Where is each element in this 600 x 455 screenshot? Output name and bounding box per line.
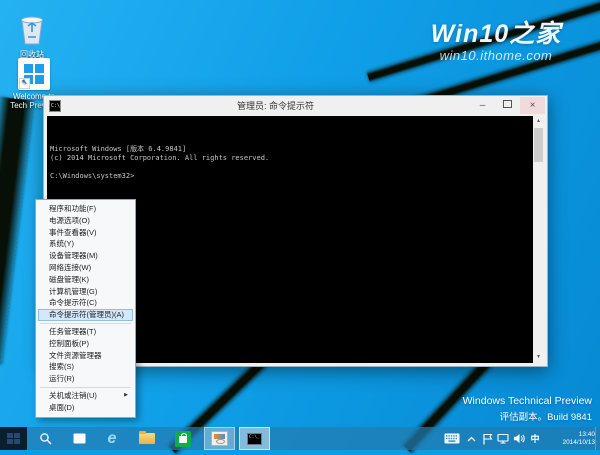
hidden-icons-button[interactable] — [464, 427, 478, 450]
site-watermark-subtitle: win10.ithome.com — [439, 48, 553, 63]
menu-item-label: 命令提示符(C) — [49, 298, 97, 308]
console-line: Microsoft Windows [版本 6.4.9841] — [50, 145, 187, 153]
folder-icon — [139, 431, 155, 444]
menu-item[interactable]: 系统(Y) ▶ — [38, 238, 133, 250]
speaker-icon — [514, 434, 525, 443]
keyboard-icon — [444, 433, 460, 444]
software-app-button[interactable] — [204, 427, 235, 450]
menu-item-label: 关机或注销(U) — [49, 390, 97, 400]
menu-item-label: 桌面(D) — [49, 402, 75, 412]
windows-logo-tile-icon: ↖ — [18, 58, 50, 90]
store-icon — [175, 430, 191, 447]
menu-item-label: 事件查看器(V) — [49, 227, 97, 237]
flag-icon — [482, 433, 492, 444]
cmd-title-bar[interactable]: C:\ 管理员: 命令提示符 – × — [44, 96, 547, 116]
show-desktop-button[interactable] — [595, 427, 600, 450]
task-view-button[interactable] — [67, 427, 91, 450]
console-line: (c) 2014 Microsoft Corporation. All righ… — [50, 154, 270, 162]
menu-item[interactable]: 计算机管理(G) ▶ — [38, 286, 133, 298]
menu-item[interactable]: 电源选项(O) ▶ — [38, 215, 133, 227]
network-button[interactable] — [496, 427, 510, 450]
taskbar-clock[interactable]: 13:40 2014/10/13 — [545, 427, 595, 450]
maximize-button[interactable] — [495, 97, 520, 114]
build-watermark-line2: 评估副本。Build 9841 — [499, 412, 592, 423]
search-icon — [40, 432, 52, 444]
clock-time: 13:40 — [578, 430, 595, 438]
menu-item[interactable]: 任务管理器(T) ▶ — [38, 326, 133, 338]
menu-item[interactable]: 关机或注销(U) ▶ — [38, 390, 133, 402]
scrollbar-thumb[interactable] — [534, 128, 543, 162]
volume-button[interactable] — [512, 427, 526, 450]
network-icon — [497, 433, 509, 444]
command-prompt-taskbar-button[interactable]: C:\_ — [239, 427, 270, 450]
ime-indicator[interactable]: 中 — [528, 427, 542, 450]
menu-item-label: 控制面板(P) — [49, 338, 89, 348]
touch-keyboard-button[interactable] — [442, 427, 462, 450]
menu-item-label: 系统(Y) — [49, 239, 74, 249]
winx-context-menu: 程序和功能(F) ▶ 电源选项(O) ▶ 事件查看器(V) ▶ 系统(Y) ▶ … — [35, 199, 136, 418]
menu-item-label: 任务管理器(T) — [49, 326, 97, 336]
clock-date: 2014/10/13 — [562, 438, 595, 446]
command-prompt-icon: C:\_ — [247, 432, 262, 445]
vertical-scrollbar[interactable]: ▴ ▾ — [533, 116, 544, 363]
recycle-bin-desktop-icon[interactable]: 回收站 — [6, 12, 58, 59]
menu-item-label: 搜索(S) — [49, 362, 74, 372]
menu-item[interactable]: 程序和功能(F) ▶ — [38, 203, 133, 215]
taskbar-search-button[interactable] — [34, 427, 58, 450]
menu-item[interactable]: 搜索(S) ▶ — [38, 361, 133, 373]
windows-start-icon — [7, 433, 20, 444]
console-line: C:\Windows\system32> — [50, 172, 135, 180]
software-box-icon — [211, 431, 228, 446]
menu-item-label: 电源选项(O) — [49, 215, 90, 225]
scroll-up-button[interactable]: ▴ — [533, 116, 544, 127]
action-center-button[interactable] — [480, 427, 494, 450]
build-watermark: Windows Technical Preview 评估副本。Build 984… — [463, 395, 592, 423]
taskbar: e C:\_ 中 13:40 2014/10/13 — [0, 427, 600, 450]
menu-item[interactable]: 控制面板(P) ▶ — [38, 338, 133, 350]
internet-explorer-button[interactable]: e — [100, 427, 124, 450]
menu-item[interactable]: 运行(R) ▶ — [38, 373, 133, 385]
chevron-up-icon — [467, 436, 475, 441]
close-button[interactable]: × — [520, 97, 545, 114]
menu-item-label: 文件资源管理器 — [49, 350, 102, 360]
scroll-down-button[interactable]: ▾ — [533, 352, 544, 363]
menu-item[interactable]: 网络连接(W) ▶ — [38, 262, 133, 274]
menu-item-label: 磁盘管理(K) — [49, 274, 89, 284]
internet-explorer-icon: e — [107, 430, 117, 447]
minimize-button[interactable]: – — [470, 97, 495, 114]
recycle-bin-icon — [6, 12, 58, 48]
cmd-window-icon[interactable]: C:\ — [49, 100, 61, 112]
store-button[interactable] — [170, 427, 196, 450]
cmd-window-title: 管理员: 命令提示符 — [236, 101, 314, 111]
menu-separator — [40, 322, 131, 324]
menu-item[interactable]: 命令提示符(管理员)(A) ▶ — [38, 309, 133, 321]
desktop: { "brand": { "title": "Win10之家", "subtit… — [0, 0, 600, 455]
menu-item-label: 运行(R) — [49, 374, 75, 384]
task-view-icon — [73, 433, 85, 444]
menu-item-label: 网络连接(W) — [49, 262, 92, 272]
menu-item[interactable]: 文件资源管理器 ▶ — [38, 350, 133, 362]
menu-item-label: 设备管理器(M) — [49, 251, 98, 261]
console-text: Microsoft Windows [版本 6.4.9841] (c) 2014 … — [50, 118, 530, 181]
menu-item[interactable]: 设备管理器(M) ▶ — [38, 250, 133, 262]
menu-separator — [40, 386, 131, 388]
shortcut-arrow-icon: ↖ — [19, 78, 30, 89]
site-watermark-title: Win10之家 — [430, 20, 562, 48]
start-button[interactable] — [0, 427, 27, 450]
wallpaper-beam — [0, 96, 35, 365]
file-explorer-button[interactable] — [134, 427, 160, 450]
menu-item[interactable]: 事件查看器(V) ▶ — [38, 227, 133, 239]
menu-item-label: 计算机管理(G) — [49, 286, 98, 296]
maximize-icon — [503, 100, 512, 109]
menu-item-label: 命令提示符(管理员)(A) — [49, 310, 124, 320]
menu-item-label: 程序和功能(F) — [49, 204, 97, 213]
menu-item[interactable]: 磁盘管理(K) ▶ — [38, 274, 133, 286]
menu-item[interactable]: 命令提示符(C) ▶ — [38, 297, 133, 309]
menu-item[interactable]: 桌面(D) ▶ — [38, 402, 133, 414]
site-watermark: Win10之家 win10.ithome.com — [396, 14, 596, 63]
build-watermark-line1: Windows Technical Preview — [462, 395, 592, 407]
submenu-arrow-icon: ▶ — [124, 391, 128, 398]
